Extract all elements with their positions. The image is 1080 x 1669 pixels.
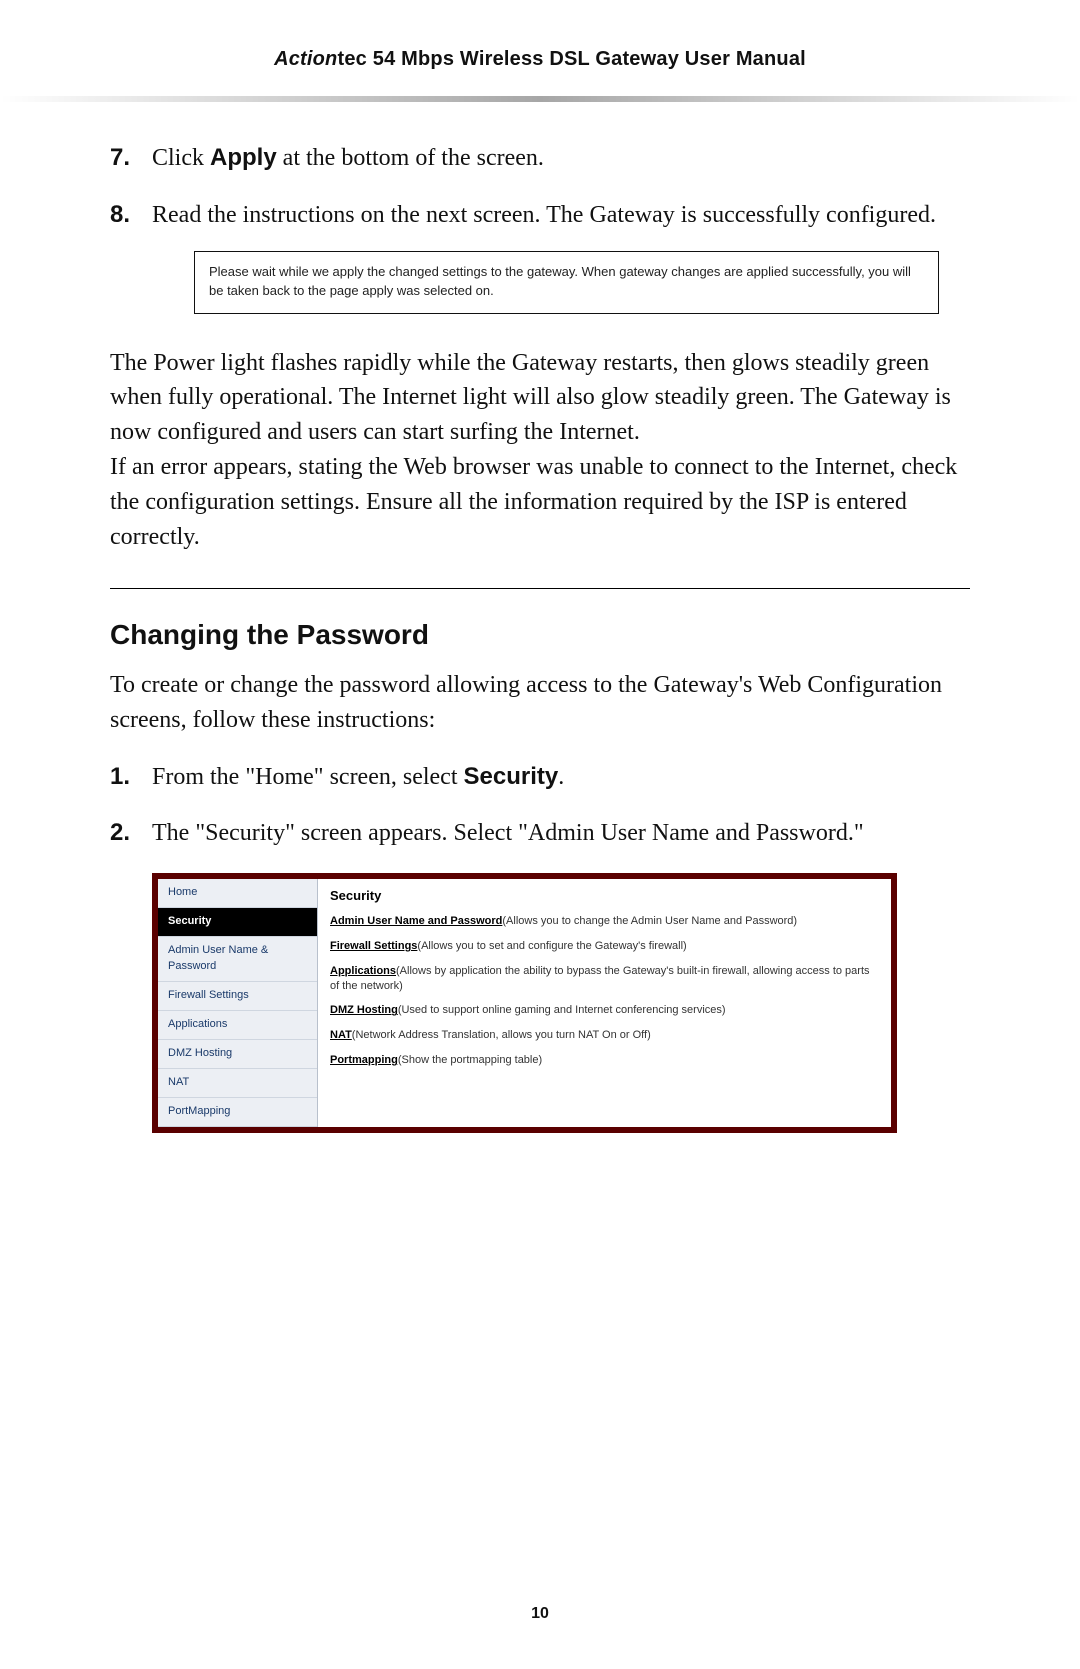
step-body: Click Apply at the bottom of the screen. — [152, 141, 970, 176]
step-7: 7. Click Apply at the bottom of the scre… — [110, 141, 970, 176]
sidebar-item-security[interactable]: Security — [158, 908, 317, 937]
step-number: 1. — [110, 760, 152, 795]
sidebar-item-applications[interactable]: Applications — [158, 1011, 317, 1040]
sidebar-item-home[interactable]: Home — [158, 879, 317, 908]
steps-top: 7. Click Apply at the bottom of the scre… — [110, 141, 970, 324]
step-body: The "Security" screen appears. Select "A… — [152, 816, 970, 851]
sidebar-item-portmapping[interactable]: PortMapping — [158, 1098, 317, 1127]
link-dmz[interactable]: DMZ Hosting — [330, 1004, 398, 1016]
steps-section: 1. From the "Home" screen, select Securi… — [110, 760, 970, 852]
step-1: 1. From the "Home" screen, select Securi… — [110, 760, 970, 795]
link-firewall[interactable]: Firewall Settings — [330, 940, 417, 952]
step-2: 2. The "Security" screen appears. Select… — [110, 816, 970, 851]
paragraph-error: If an error appears, stating the Web bro… — [110, 450, 970, 554]
page-number: 10 — [0, 1605, 1080, 1623]
sidebar: Home Security Admin User Name & Password… — [158, 879, 318, 1126]
entry-nat: NAT(Network Address Translation, allows … — [330, 1028, 879, 1043]
link-portmapping[interactable]: Portmapping — [330, 1054, 398, 1066]
link-admin-password[interactable]: Admin User Name and Password — [330, 915, 502, 927]
apply-message-box: Please wait while we apply the changed s… — [194, 251, 939, 314]
sidebar-item-nat[interactable]: NAT — [158, 1069, 317, 1098]
entry-firewall: Firewall Settings(Allows you to set and … — [330, 939, 879, 954]
security-screenshot: Home Security Admin User Name & Password… — [152, 873, 897, 1132]
step-body: Read the instructions on the next screen… — [152, 198, 970, 324]
step-body: From the "Home" screen, select Security. — [152, 760, 970, 795]
entry-dmz: DMZ Hosting(Used to support online gamin… — [330, 1003, 879, 1018]
header-rule — [0, 96, 1080, 102]
section-title: Changing the Password — [110, 615, 970, 656]
main-pane-title: Security — [330, 887, 879, 906]
step-number: 2. — [110, 816, 152, 851]
step-8: 8. Read the instructions on the next scr… — [110, 198, 970, 324]
link-applications[interactable]: Applications — [330, 965, 396, 977]
page: Actiontec 54 Mbps Wireless DSL Gateway U… — [0, 0, 1080, 1669]
brand-rest: tec 54 Mbps Wireless DSL Gateway User Ma… — [337, 48, 805, 70]
section-rule — [110, 588, 970, 589]
content: 7. Click Apply at the bottom of the scre… — [110, 141, 970, 1133]
step-number: 8. — [110, 198, 152, 324]
entry-admin-password: Admin User Name and Password(Allows you … — [330, 914, 879, 929]
main-pane: Security Admin User Name and Password(Al… — [318, 879, 891, 1126]
section-intro: To create or change the password allowin… — [110, 668, 970, 738]
page-header: Actiontec 54 Mbps Wireless DSL Gateway U… — [110, 48, 970, 71]
screenshot-inner: Home Security Admin User Name & Password… — [158, 879, 891, 1126]
brand-italic: Action — [274, 48, 337, 70]
entry-applications: Applications(Allows by application the a… — [330, 964, 879, 994]
entry-portmapping: Portmapping(Show the portmapping table) — [330, 1053, 879, 1068]
sidebar-item-dmz[interactable]: DMZ Hosting — [158, 1040, 317, 1069]
sidebar-item-admin-password[interactable]: Admin User Name & Password — [158, 937, 317, 982]
sidebar-item-firewall[interactable]: Firewall Settings — [158, 982, 317, 1011]
step-number: 7. — [110, 141, 152, 176]
link-nat[interactable]: NAT — [330, 1029, 352, 1041]
paragraph-power-light: The Power light flashes rapidly while th… — [110, 346, 970, 450]
